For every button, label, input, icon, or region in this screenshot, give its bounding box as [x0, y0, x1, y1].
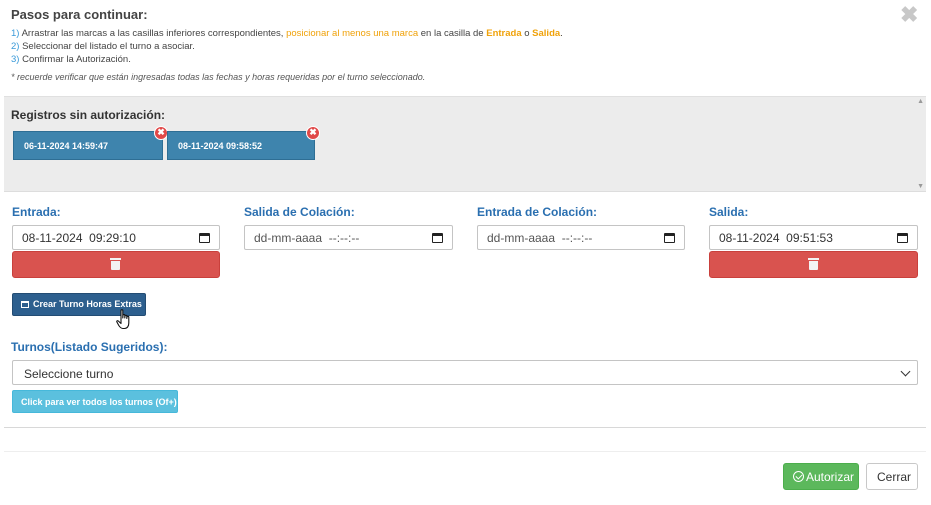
salida-colacion-label: Salida de Colación:	[244, 205, 355, 219]
check-circle-icon	[793, 471, 804, 482]
hand-cursor-icon	[116, 309, 130, 330]
step-1: 1) Arrastrar las marcas a las casillas i…	[11, 28, 563, 39]
salida-datetime-input[interactable]: 08-11-2024 09:51:53	[709, 225, 918, 250]
entrada-colacion-label: Entrada de Colación:	[477, 205, 598, 219]
divider	[4, 427, 926, 428]
record-chip-label: 08-11-2024 09:58:52	[178, 141, 263, 151]
close-button[interactable]: Cerrar	[866, 463, 918, 490]
record-chip-label: 06-11-2024 14:59:47	[24, 141, 109, 151]
records-panel: Registros sin autorización: ▲ ▼ 06-11-20…	[4, 96, 926, 192]
trash-icon	[807, 258, 819, 270]
instructions: 1) Arrastrar las marcas a las casillas i…	[11, 27, 563, 66]
record-chip[interactable]: 08-11-2024 09:58:52 ✖	[167, 126, 320, 160]
show-all-shifts-button[interactable]: Click para ver todos los turnos (Of+)	[12, 390, 178, 413]
entrada-datetime-input[interactable]: 08-11-2024 09:29:10	[12, 225, 220, 250]
shift-select[interactable]: Seleccione turno	[12, 360, 918, 385]
calendar-icon[interactable]	[199, 233, 210, 243]
scroll-down-arrow-icon[interactable]: ▼	[917, 183, 924, 190]
record-chip[interactable]: 06-11-2024 14:59:47 ✖	[13, 126, 168, 160]
divider	[4, 451, 926, 452]
step-3: 3) Confirmar la Autorización.	[11, 54, 131, 65]
scroll-up-arrow-icon[interactable]: ▲	[917, 98, 924, 105]
authorize-button[interactable]: Autorizar	[783, 463, 859, 490]
entrada-colacion-datetime-input[interactable]: dd-mm-aaaa --:--:--	[477, 225, 685, 250]
salida-label: Salida:	[709, 205, 749, 219]
dialog-title: Pasos para continuar:	[11, 7, 148, 22]
shifts-label: Turnos(Listado Sugeridos):	[11, 340, 168, 354]
calendar-icon[interactable]	[664, 233, 675, 243]
trash-icon	[110, 258, 121, 270]
calendar-icon[interactable]	[432, 233, 443, 243]
calendar-icon	[21, 301, 29, 308]
remove-record-icon[interactable]: ✖	[306, 126, 320, 140]
clear-entrada-button[interactable]	[12, 251, 220, 278]
step-2: 2) Seleccionar del listado el turno a as…	[11, 41, 195, 52]
remove-record-icon[interactable]: ✖	[154, 126, 168, 140]
records-title: Registros sin autorización:	[11, 108, 166, 122]
clear-salida-button[interactable]	[709, 251, 918, 278]
calendar-icon[interactable]	[897, 233, 908, 243]
entrada-label: Entrada:	[12, 205, 61, 219]
instructions-note: * recuerde verificar que están ingresada…	[11, 72, 426, 82]
chevron-down-icon	[900, 366, 911, 377]
close-icon[interactable]: ✖	[900, 4, 918, 26]
salida-colacion-datetime-input[interactable]: dd-mm-aaaa --:--:--	[244, 225, 453, 250]
